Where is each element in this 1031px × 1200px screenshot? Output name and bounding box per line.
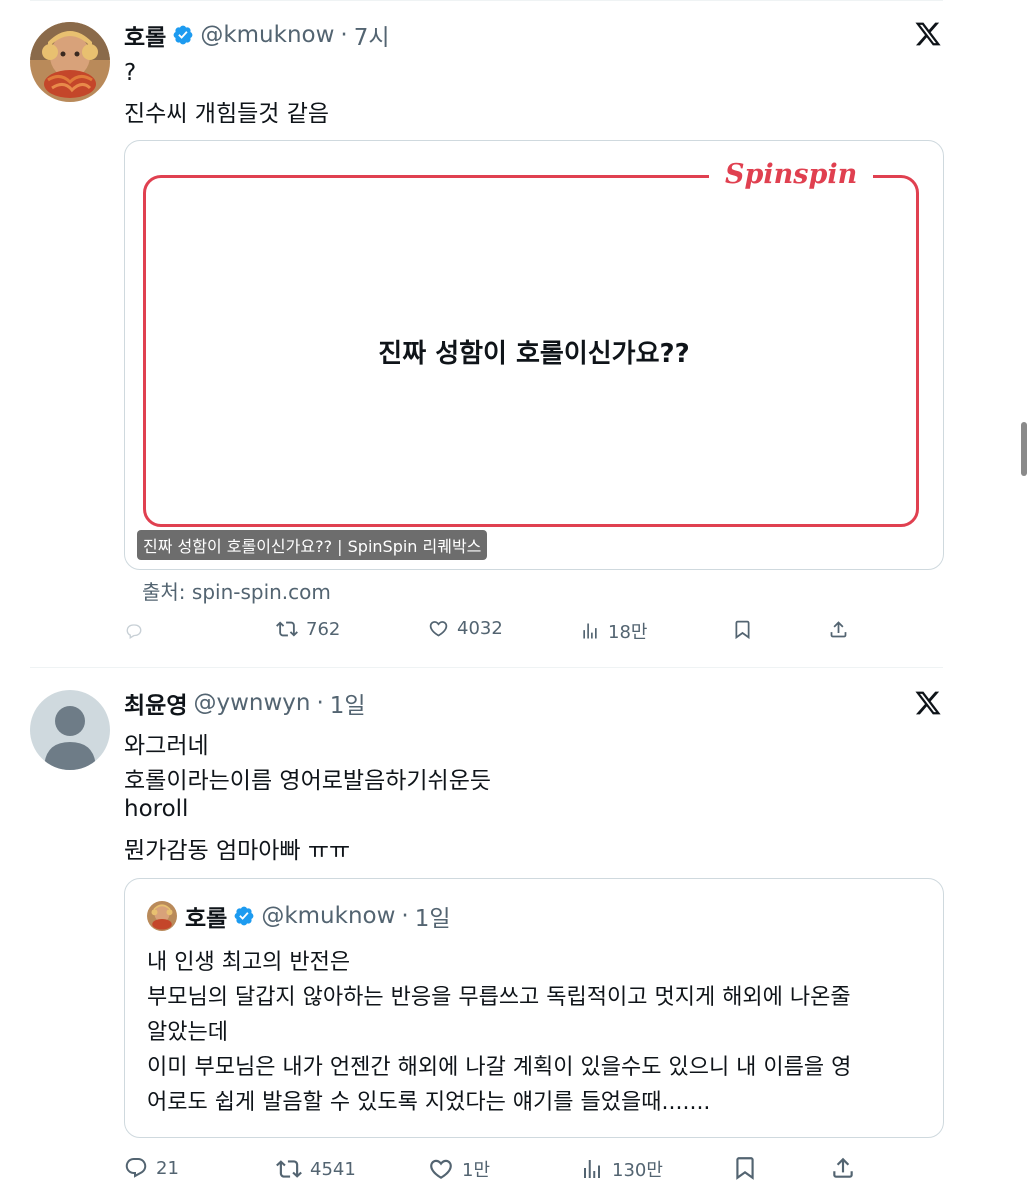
card-brand-logo: Spinspin bbox=[709, 159, 874, 190]
quoted-text-line: 내 인생 최고의 반전은 bbox=[147, 950, 351, 975]
verified-badge-icon bbox=[173, 25, 193, 45]
avatar-horol[interactable] bbox=[30, 22, 110, 102]
separator-dot: · bbox=[340, 22, 348, 48]
author-name[interactable]: 호롤 bbox=[124, 18, 166, 52]
views-count: 130만 bbox=[612, 1160, 663, 1181]
quoted-author-name: 호롤 bbox=[185, 906, 228, 932]
scrollbar-thumb[interactable] bbox=[1021, 422, 1027, 476]
heart-icon bbox=[430, 1159, 452, 1179]
bookmark-icon[interactable] bbox=[732, 619, 753, 640]
reply-icon[interactable] bbox=[125, 622, 143, 640]
tweet-text-line: 진수씨 개힘들것 같음 bbox=[124, 101, 330, 127]
author-handle[interactable]: @ywnwyn bbox=[193, 690, 310, 716]
quoted-text: 내 인생 최고의 반전은 부모님의 달갑지 않아하는 반응을 무릅쓰고 독립적이… bbox=[147, 945, 851, 1120]
retweet-button[interactable]: 762 bbox=[276, 618, 340, 640]
tweet-text-line: 뭔가감동 엄마아빠 ㅠㅠ bbox=[124, 838, 351, 864]
quoted-author-handle: @kmuknow bbox=[261, 903, 396, 929]
heart-icon bbox=[429, 621, 448, 637]
timestamp[interactable]: 7시 bbox=[354, 18, 390, 52]
quoted-text-line: 이미 부모님은 내가 언젠간 해외에 나갈 계획이 있을수도 있으니 내 이름을… bbox=[147, 1055, 852, 1080]
quoted-avatar bbox=[147, 901, 177, 931]
quoted-text-line: 알았는데 bbox=[147, 1020, 228, 1045]
author-name[interactable]: 최윤영 bbox=[124, 686, 187, 720]
views-icon bbox=[584, 1160, 600, 1178]
tweet-text-line: 와그러네 bbox=[124, 733, 209, 759]
reply-icon bbox=[125, 1158, 147, 1178]
views-icon bbox=[583, 623, 597, 639]
retweet-icon bbox=[276, 621, 298, 637]
retweet-count: 4541 bbox=[310, 1158, 356, 1180]
views-button[interactable]: 130만 bbox=[580, 1156, 663, 1182]
like-button[interactable]: 1만 bbox=[428, 1156, 490, 1182]
separator-dot: · bbox=[316, 690, 324, 716]
tweet-divider bbox=[30, 667, 943, 668]
separator-dot: · bbox=[401, 903, 409, 929]
quoted-text-line: 어로도 쉽게 발음할 수 있도록 지었다는 얘기를 들었을때....... bbox=[147, 1090, 711, 1115]
retweet-count: 762 bbox=[306, 618, 341, 640]
link-card[interactable]: Spinspin 진짜 성함이 호롤이신가요?? 진짜 성함이 호롤이신가요??… bbox=[124, 140, 944, 570]
card-source[interactable]: 출처: spin-spin.com bbox=[142, 576, 331, 605]
tweet2-header: 최윤영 @ywnwyn · 1일 bbox=[124, 686, 366, 720]
card-caption: 진짜 성함이 호롤이신가요?? | SpinSpin 리퀘박스 bbox=[137, 530, 488, 560]
verified-badge-icon bbox=[234, 906, 254, 926]
card-question: 진짜 성함이 호롤이신가요?? bbox=[378, 339, 690, 369]
reply-count: 21 bbox=[156, 1157, 179, 1179]
tweet-text-line: ? bbox=[124, 60, 137, 86]
share-icon[interactable] bbox=[828, 619, 849, 640]
like-count: 4032 bbox=[457, 618, 503, 639]
author-handle[interactable]: @kmuknow bbox=[200, 22, 334, 48]
x-logo-icon[interactable] bbox=[914, 689, 942, 717]
share-icon[interactable] bbox=[830, 1155, 856, 1181]
x-logo-icon[interactable] bbox=[914, 20, 942, 48]
quoted-text-line: 부모님의 달갑지 않아하는 반응을 무릅쓰고 독립적이고 멋지게 해외에 나온줄 bbox=[147, 985, 851, 1010]
tweet-text-line: 호롤이라는이름 영어로발음하기쉬운듯 bbox=[124, 768, 492, 794]
like-button[interactable]: 4032 bbox=[428, 618, 503, 639]
quoted-timestamp: 1일 bbox=[414, 906, 451, 932]
tweet-text-line: horoll bbox=[124, 796, 189, 822]
retweet-button[interactable]: 4541 bbox=[276, 1156, 356, 1182]
bookmark-icon[interactable] bbox=[732, 1155, 758, 1181]
reply-button[interactable]: 21 bbox=[124, 1156, 179, 1180]
tweet1-header: 호롤 @kmuknow · 7시 bbox=[124, 18, 390, 52]
views-count: 18만 bbox=[608, 622, 648, 643]
timestamp[interactable]: 1일 bbox=[330, 686, 366, 720]
quoted-tweet[interactable]: 호롤 @kmuknow · 1일 내 인생 최고의 반전은 부모님의 달갑지 않… bbox=[124, 878, 944, 1138]
like-count: 1만 bbox=[462, 1160, 491, 1181]
avatar-default[interactable] bbox=[30, 690, 110, 770]
views-button[interactable]: 18만 bbox=[580, 618, 647, 644]
top-divider bbox=[30, 0, 943, 1]
quoted-header: 호롤 @kmuknow · 1일 bbox=[185, 901, 451, 932]
retweet-icon bbox=[276, 1160, 302, 1178]
